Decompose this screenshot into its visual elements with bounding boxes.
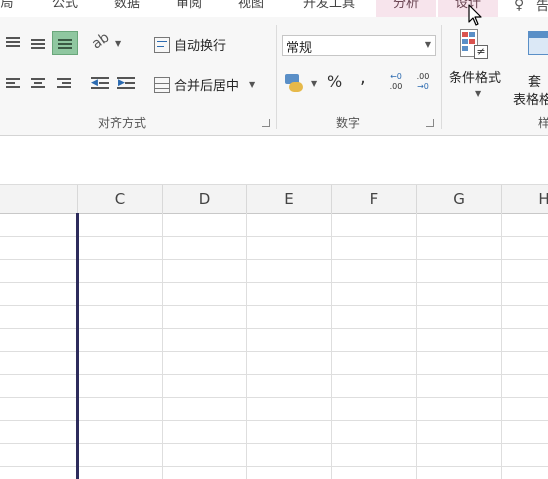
column-header-h[interactable]: H	[502, 185, 548, 213]
chevron-down-icon: ▼	[424, 40, 431, 49]
row-gridline	[0, 282, 548, 283]
column-header-e[interactable]: E	[247, 185, 332, 213]
merge-center-dropdown-icon[interactable]: ▼	[249, 80, 255, 89]
ribbon-tab-strip: 局 公式 数据 审阅 视图 开发工具 分析 设计 ♀ 告	[0, 0, 548, 17]
align-right-icon[interactable]	[57, 78, 71, 90]
align-left-icon[interactable]	[6, 78, 20, 90]
row-gridline	[0, 397, 548, 398]
tab-view[interactable]: 视图	[234, 0, 268, 17]
column-header-g[interactable]: G	[417, 185, 502, 213]
format-as-table-icon	[528, 31, 548, 55]
merge-cells-icon	[154, 76, 170, 93]
align-bottom-button-active[interactable]	[52, 31, 78, 55]
column-header-f[interactable]: F	[332, 185, 417, 213]
increase-indent-icon[interactable]: ▶	[117, 75, 135, 91]
group-divider	[441, 25, 442, 129]
column-gridline	[162, 213, 163, 479]
orientation-icon[interactable]: ab	[89, 29, 112, 52]
merge-center-button[interactable]: 合并后居中 ▼	[154, 75, 255, 94]
format-as-table-button[interactable]: 套 表格格	[510, 27, 548, 108]
wrap-text-button[interactable]: 自动换行	[154, 35, 226, 54]
conditional-formatting-icon: ≠	[460, 29, 488, 59]
currency-dropdown-icon[interactable]: ▼	[311, 79, 317, 88]
lightbulb-icon[interactable]: ♀	[514, 0, 524, 13]
row-gridline	[0, 443, 548, 444]
decrease-decimal-button[interactable]: .00 →0	[412, 72, 434, 92]
align-middle-icon[interactable]	[31, 39, 45, 51]
column-header-hidden[interactable]	[0, 185, 78, 213]
format-as-table-label-bottom: 表格格	[513, 93, 548, 108]
column-gridline	[416, 213, 417, 479]
wrap-text-label: 自动换行	[174, 39, 227, 54]
merge-center-label: 合并后居中	[174, 79, 240, 94]
worksheet-grid[interactable]: C D E F G H	[0, 185, 548, 479]
row-gridline	[0, 328, 548, 329]
styles-group-label: 样	[538, 116, 548, 130]
row-gridline	[0, 420, 548, 421]
currency-format-icon[interactable]	[285, 74, 307, 94]
number-dialog-launcher-icon[interactable]	[426, 119, 434, 127]
formula-bar-area[interactable]	[0, 136, 548, 185]
tab-review[interactable]: 审阅	[172, 0, 206, 17]
column-gridline	[246, 213, 247, 479]
percent-style-button[interactable]: %	[327, 72, 342, 91]
tab-page-layout[interactable]: 局	[0, 0, 18, 17]
decrease-indent-icon[interactable]: ◀	[91, 75, 109, 91]
row-gridline	[0, 305, 548, 306]
row-gridline	[0, 466, 548, 467]
align-bottom-icon	[58, 39, 72, 51]
row-gridline	[0, 351, 548, 352]
mouse-cursor-icon	[468, 4, 482, 26]
conditional-formatting-dropdown-icon: ▼	[475, 89, 482, 98]
increase-decimal-button[interactable]: ←0 .00	[385, 72, 407, 92]
orientation-dropdown-icon[interactable]: ▼	[115, 39, 121, 48]
number-format-value: 常规	[286, 41, 313, 56]
column-gridline	[501, 213, 502, 479]
align-center-icon[interactable]	[31, 78, 45, 90]
conditional-formatting-label: 条件格式	[449, 71, 502, 86]
wrap-text-icon	[154, 36, 170, 53]
row-gridline	[0, 374, 548, 375]
column-header-row: C D E F G H	[0, 185, 548, 214]
column-header-d[interactable]: D	[163, 185, 247, 213]
align-top-icon[interactable]	[6, 37, 20, 49]
tab-data[interactable]: 数据	[110, 0, 144, 17]
number-group-label: 数字	[336, 116, 361, 130]
tab-analyze[interactable]: 分析	[376, 0, 436, 17]
group-divider	[276, 25, 277, 129]
decrease-decimal-bottom: →0	[417, 82, 429, 91]
tab-developer[interactable]: 开发工具	[298, 0, 360, 17]
row-gridline	[0, 236, 548, 237]
row-gridline	[0, 259, 548, 260]
conditional-formatting-button[interactable]: ≠ 条件格式 ▼	[448, 27, 506, 107]
tab-formulas[interactable]: 公式	[48, 0, 82, 17]
increase-decimal-top: ←0	[390, 72, 402, 81]
ribbon: ab ▼ ◀ ▶ 自动换行 合并后居中 ▼ 对齐方式 常规 ▼ ▼ % , ←0…	[0, 17, 548, 136]
decrease-decimal-top: .00	[416, 72, 430, 81]
alignment-dialog-launcher-icon[interactable]	[262, 119, 270, 127]
increase-decimal-bottom: .00	[389, 82, 403, 91]
format-as-table-label-top: 套	[528, 75, 542, 90]
number-format-select[interactable]: 常规 ▼	[282, 35, 436, 56]
alignment-group-label: 对齐方式	[98, 116, 147, 130]
column-gridline	[331, 213, 332, 479]
tell-me-text[interactable]: 告	[536, 0, 548, 14]
frozen-pane-divider[interactable]	[76, 213, 79, 479]
comma-style-button[interactable]: ,	[360, 67, 366, 88]
column-header-c[interactable]: C	[78, 185, 163, 213]
